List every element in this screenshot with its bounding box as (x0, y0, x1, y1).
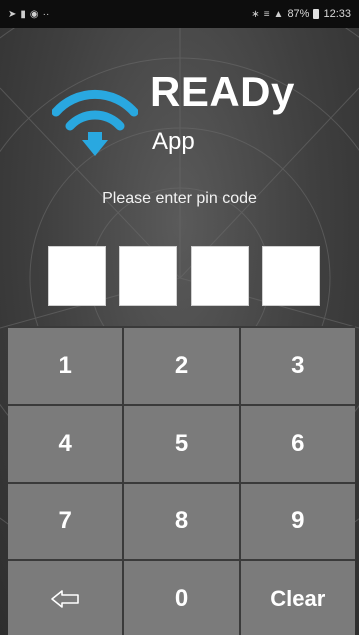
pin-prompt: Please enter pin code (102, 190, 257, 207)
key-9[interactable]: 9 (240, 483, 355, 560)
key-0[interactable]: 0 (124, 561, 239, 635)
battery-percent: 87% (287, 8, 310, 20)
key-7[interactable]: 7 (8, 483, 123, 560)
key-5[interactable]: 5 (124, 405, 239, 482)
tools-icon: ◉ (29, 8, 39, 20)
app-title: READy (150, 68, 295, 115)
app-screen: ➤ ▮ ◉ ·· ∗ ≡ ▲ 87% 12:33 READy App Pleas… (0, 0, 359, 635)
app-subtitle: App (152, 128, 195, 155)
message-icon: ▮ (20, 8, 26, 20)
backspace-key[interactable] (8, 561, 123, 635)
key-4[interactable]: 4 (8, 405, 123, 482)
clear-key[interactable]: Clear (240, 561, 355, 635)
key-8[interactable]: 8 (124, 483, 239, 560)
key-2[interactable]: 2 (124, 328, 239, 404)
status-bar: ➤ ▮ ◉ ·· ∗ ≡ ▲ 87% 12:33 (0, 0, 359, 28)
battery-icon (313, 9, 320, 19)
clock: 12:33 (323, 8, 351, 20)
status-bar-left: ➤ ▮ ◉ ·· (8, 9, 49, 20)
key-6[interactable]: 6 (240, 405, 355, 482)
status-bar-right: ∗ ≡ ▲ 87% 12:33 (251, 8, 351, 20)
app-header: READy App (0, 28, 359, 198)
wifi-download-icon (52, 89, 138, 156)
key-1[interactable]: 1 (8, 328, 123, 404)
backspace-arrow-icon (51, 590, 79, 608)
pin-digit-2[interactable] (119, 246, 178, 306)
pin-digit-3[interactable] (190, 246, 249, 306)
location-icon: ➤ (8, 8, 17, 20)
pin-digit-4[interactable] (261, 246, 320, 306)
pin-digit-1[interactable] (48, 246, 106, 306)
pin-input-group (48, 246, 320, 306)
more-icon: ·· (42, 8, 50, 20)
vibrate-icon: ≡ (263, 8, 270, 20)
keypad: 1 2 3 4 5 6 7 8 9 0 Clear (8, 326, 355, 635)
bluetooth-icon: ∗ (251, 8, 260, 20)
signal-icon: ▲ (273, 8, 284, 20)
key-3[interactable]: 3 (240, 328, 355, 404)
